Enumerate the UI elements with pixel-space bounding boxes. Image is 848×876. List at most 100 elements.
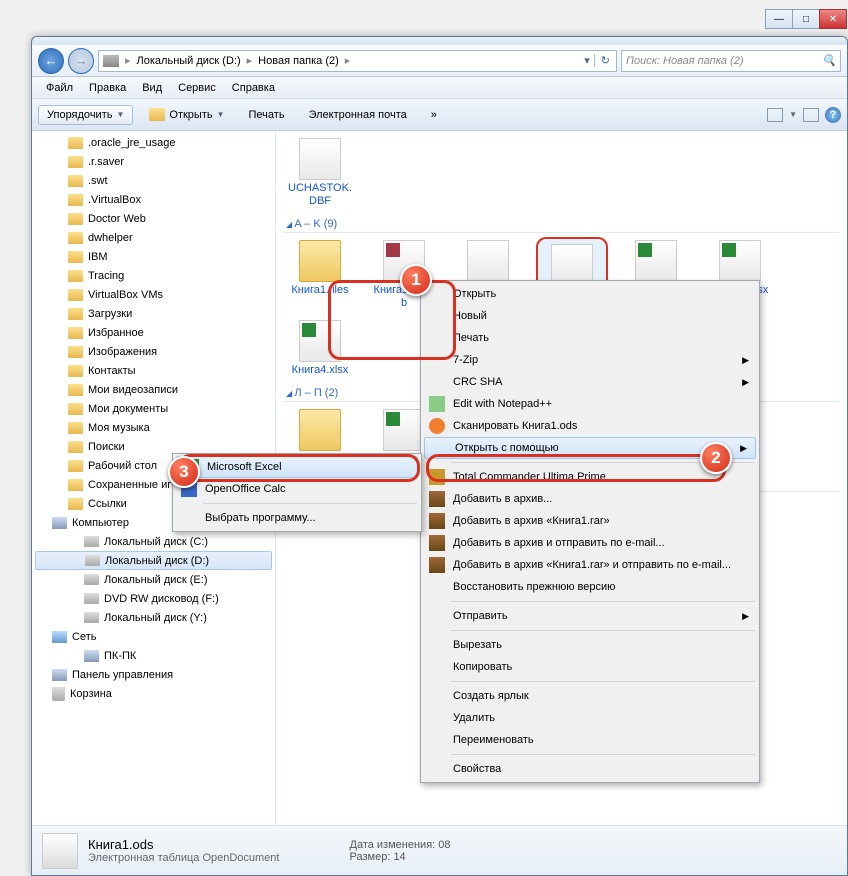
email-button[interactable]: Электронная почта: [301, 106, 415, 124]
ctx-item[interactable]: Сканировать Книга1.ods: [423, 415, 757, 437]
file-icon: [635, 240, 677, 282]
openwith-submenu: Microsoft Excel OpenOffice Calc Выбрать …: [172, 453, 422, 532]
ctx-item[interactable]: Отправить▶: [423, 605, 757, 627]
tree-folder[interactable]: .r.saver: [32, 152, 275, 171]
ctx-item[interactable]: Открыть: [423, 283, 757, 305]
tree-drive[interactable]: DVD RW дисковод (F:): [32, 589, 275, 608]
tree-folder[interactable]: Загрузки: [32, 304, 275, 323]
folder-icon: [68, 156, 83, 168]
file-icon: [719, 240, 761, 282]
tree-recycle-bin[interactable]: Корзина: [32, 684, 275, 703]
tree-folder[interactable]: Мои документы: [32, 399, 275, 418]
ctx-icon: [429, 396, 445, 412]
tree-folder[interactable]: Мои видеозаписи: [32, 380, 275, 399]
menu-edit[interactable]: Правка: [81, 80, 134, 96]
tree-label: Рабочий стол: [88, 460, 157, 472]
ctx-item[interactable]: 7-Zip▶: [423, 349, 757, 371]
tree-pc[interactable]: ПК-ПК: [32, 646, 275, 665]
tree-folder[interactable]: VirtualBox VMs: [32, 285, 275, 304]
tree-label: Мои видеозаписи: [88, 384, 178, 396]
tree-control-panel[interactable]: Панель управления: [32, 665, 275, 684]
tree-folder[interactable]: Контакты: [32, 361, 275, 380]
ctx-item[interactable]: Добавить в архив и отправить по e-mail..…: [423, 532, 757, 554]
tree-folder[interactable]: Моя музыка: [32, 418, 275, 437]
tree-drive[interactable]: Локальный диск (D:): [35, 551, 272, 570]
titlebar[interactable]: [32, 37, 847, 45]
view-options-icon[interactable]: [767, 108, 783, 122]
menu-file[interactable]: Файл: [38, 80, 81, 96]
ctx-item[interactable]: Добавить в архив «Книга1.rar»: [423, 510, 757, 532]
tree-folder[interactable]: .oracle_jre_usage: [32, 133, 275, 152]
file-item[interactable]: Книга1.files: [284, 237, 356, 312]
menu-tools[interactable]: Сервис: [170, 80, 224, 96]
ctx-item[interactable]: Копировать: [423, 656, 757, 678]
status-date-label: Дата изменения:: [350, 839, 436, 851]
crumb-item[interactable]: Локальный диск (D:): [133, 55, 245, 67]
print-button[interactable]: Печать: [241, 106, 293, 124]
ctx-item[interactable]: Создать ярлык: [423, 685, 757, 707]
tree-folder[interactable]: dwhelper: [32, 228, 275, 247]
ctx-item[interactable]: CRC SHA▶: [423, 371, 757, 393]
file-label: Книга1.files: [287, 284, 353, 297]
tree-folder[interactable]: Tracing: [32, 266, 275, 285]
ctx-item[interactable]: Новый: [423, 305, 757, 327]
tree-folder[interactable]: Doctor Web: [32, 209, 275, 228]
ctx-icon: [429, 469, 445, 485]
file-item[interactable]: Книга4.xlsx: [284, 317, 356, 380]
back-button[interactable]: ←: [38, 48, 64, 74]
ctx-item[interactable]: Печать: [423, 327, 757, 349]
tree-network[interactable]: Сеть: [32, 627, 275, 646]
crumb-item[interactable]: Новая папка (2): [254, 55, 343, 67]
refresh-icon[interactable]: ↻: [594, 54, 616, 67]
tree-folder[interactable]: Изображения: [32, 342, 275, 361]
tree-drive[interactable]: Локальный диск (Y:): [32, 608, 275, 627]
help-icon[interactable]: ?: [825, 107, 841, 123]
ctx-item[interactable]: Добавить в архив «Книга1.rar» и отправит…: [423, 554, 757, 576]
ctx-item[interactable]: Вырезать: [423, 634, 757, 656]
tree-label: Локальный диск (E:): [104, 574, 208, 586]
ctx-icon: [429, 557, 445, 573]
open-button[interactable]: Открыть ▼: [141, 105, 232, 124]
dropdown-icon[interactable]: ▾: [580, 54, 594, 67]
folder-icon: [68, 232, 83, 244]
ctx-item[interactable]: Переименовать: [423, 729, 757, 751]
tree-folder[interactable]: Избранное: [32, 323, 275, 342]
menu-help[interactable]: Справка: [224, 80, 283, 96]
tree-folder[interactable]: IBM: [32, 247, 275, 266]
minimize-button[interactable]: —: [765, 9, 793, 29]
openwith-excel[interactable]: Microsoft Excel: [176, 456, 418, 478]
folder-icon: [68, 346, 83, 358]
group-header[interactable]: A – K (9): [284, 214, 839, 233]
file-label: UCHASTOK.DBF: [287, 182, 353, 207]
tree-folder[interactable]: .VirtualBox: [32, 190, 275, 209]
folder-icon: [68, 460, 83, 472]
network-icon: [52, 631, 67, 643]
close-button[interactable]: ✕: [819, 9, 847, 29]
breadcrumb[interactable]: ▸ Локальный диск (D:) ▸ Новая папка (2) …: [98, 50, 617, 72]
preview-pane-icon[interactable]: [803, 108, 819, 122]
tree-label: ПК-ПК: [104, 650, 136, 662]
menu-view[interactable]: Вид: [134, 80, 170, 96]
tree-label: Поиски: [88, 441, 125, 453]
maximize-button[interactable]: □: [792, 9, 820, 29]
tree-folder[interactable]: .swt: [32, 171, 275, 190]
ctx-item[interactable]: Edit with Notepad++: [423, 393, 757, 415]
openwith-choose[interactable]: Выбрать программу...: [175, 507, 419, 529]
openwith-oocalc[interactable]: OpenOffice Calc: [175, 478, 419, 500]
status-bar: Книга1.ods Электронная таблица OpenDocum…: [32, 825, 847, 875]
more-button[interactable]: »: [423, 106, 445, 124]
search-input[interactable]: Поиск: Новая папка (2) 🔍: [621, 50, 841, 72]
forward-button[interactable]: →: [68, 48, 94, 74]
tree-drive[interactable]: Локальный диск (E:): [32, 570, 275, 589]
ctx-item[interactable]: Добавить в архив...: [423, 488, 757, 510]
tree-label: Изображения: [88, 346, 157, 358]
ctx-item[interactable]: Восстановить прежнюю версию: [423, 576, 757, 598]
tree-drive[interactable]: Локальный диск (C:): [32, 532, 275, 551]
computer-icon: [52, 517, 67, 529]
organize-button[interactable]: Упорядочить ▼: [38, 105, 133, 125]
tree-label: Doctor Web: [88, 213, 146, 225]
folder-icon: [68, 289, 83, 301]
file-item[interactable]: UCHASTOK.DBF: [284, 135, 356, 210]
ctx-item[interactable]: Удалить: [423, 707, 757, 729]
ctx-item[interactable]: Свойства: [423, 758, 757, 780]
